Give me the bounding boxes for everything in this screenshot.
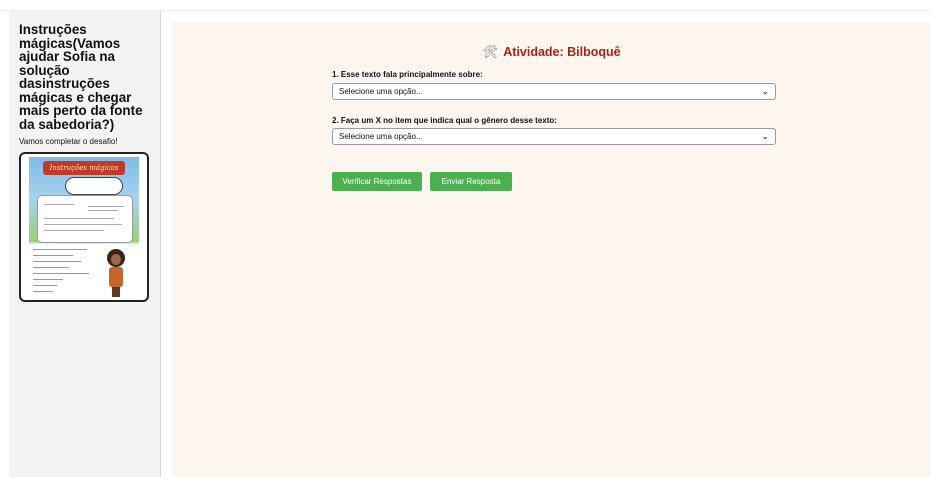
speech-bubble [65,177,123,195]
character-body [109,267,123,287]
thumbnail-card [37,195,133,243]
tools-icon: 🛠 [482,45,499,59]
activity-title-text: Atividade: Bilboquê [503,45,621,59]
sidebar-subtitle: Vamos completar o desafio! [19,137,118,146]
verify-answers-button[interactable]: Verificar Respostas [332,172,422,191]
question-2-label: 2. Faça um X no item que indica qual o g… [332,116,557,125]
sidebar: Instruções mágicas(Vamos ajudar Sofia na… [9,11,161,477]
sidebar-title: Instruções mágicas(Vamos ajudar Sofia na… [19,22,143,132]
question-1-label: 1. Esse texto fala principalmente sobre: [332,70,483,79]
top-bar [0,0,931,11]
thumbnail-banner: Instruções mágicas [43,161,125,175]
question-1-select[interactable]: Selecione uma opção... ⌄ [332,83,776,100]
question-1-selected: Selecione uma opção... [339,87,423,96]
question-2-select[interactable]: Selecione uma opção... ⌄ [332,128,776,145]
thumbnail-illustration: Instruções mágicas [29,157,139,298]
question-2-selected: Selecione uma opção... [339,132,423,141]
chevron-down-icon: ⌄ [761,86,769,96]
character-legs [112,287,120,297]
chevron-down-icon: ⌄ [761,131,769,141]
submit-answer-button[interactable]: Enviar Resposta [430,172,512,191]
character-face [111,254,121,265]
activity-thumbnail[interactable]: Instruções mágicas [19,152,149,302]
activity-panel: 🛠 Atividade: Bilboquê 1. Esse texto fala … [172,22,931,477]
activity-title: 🛠 Atividade: Bilboquê [172,45,931,60]
